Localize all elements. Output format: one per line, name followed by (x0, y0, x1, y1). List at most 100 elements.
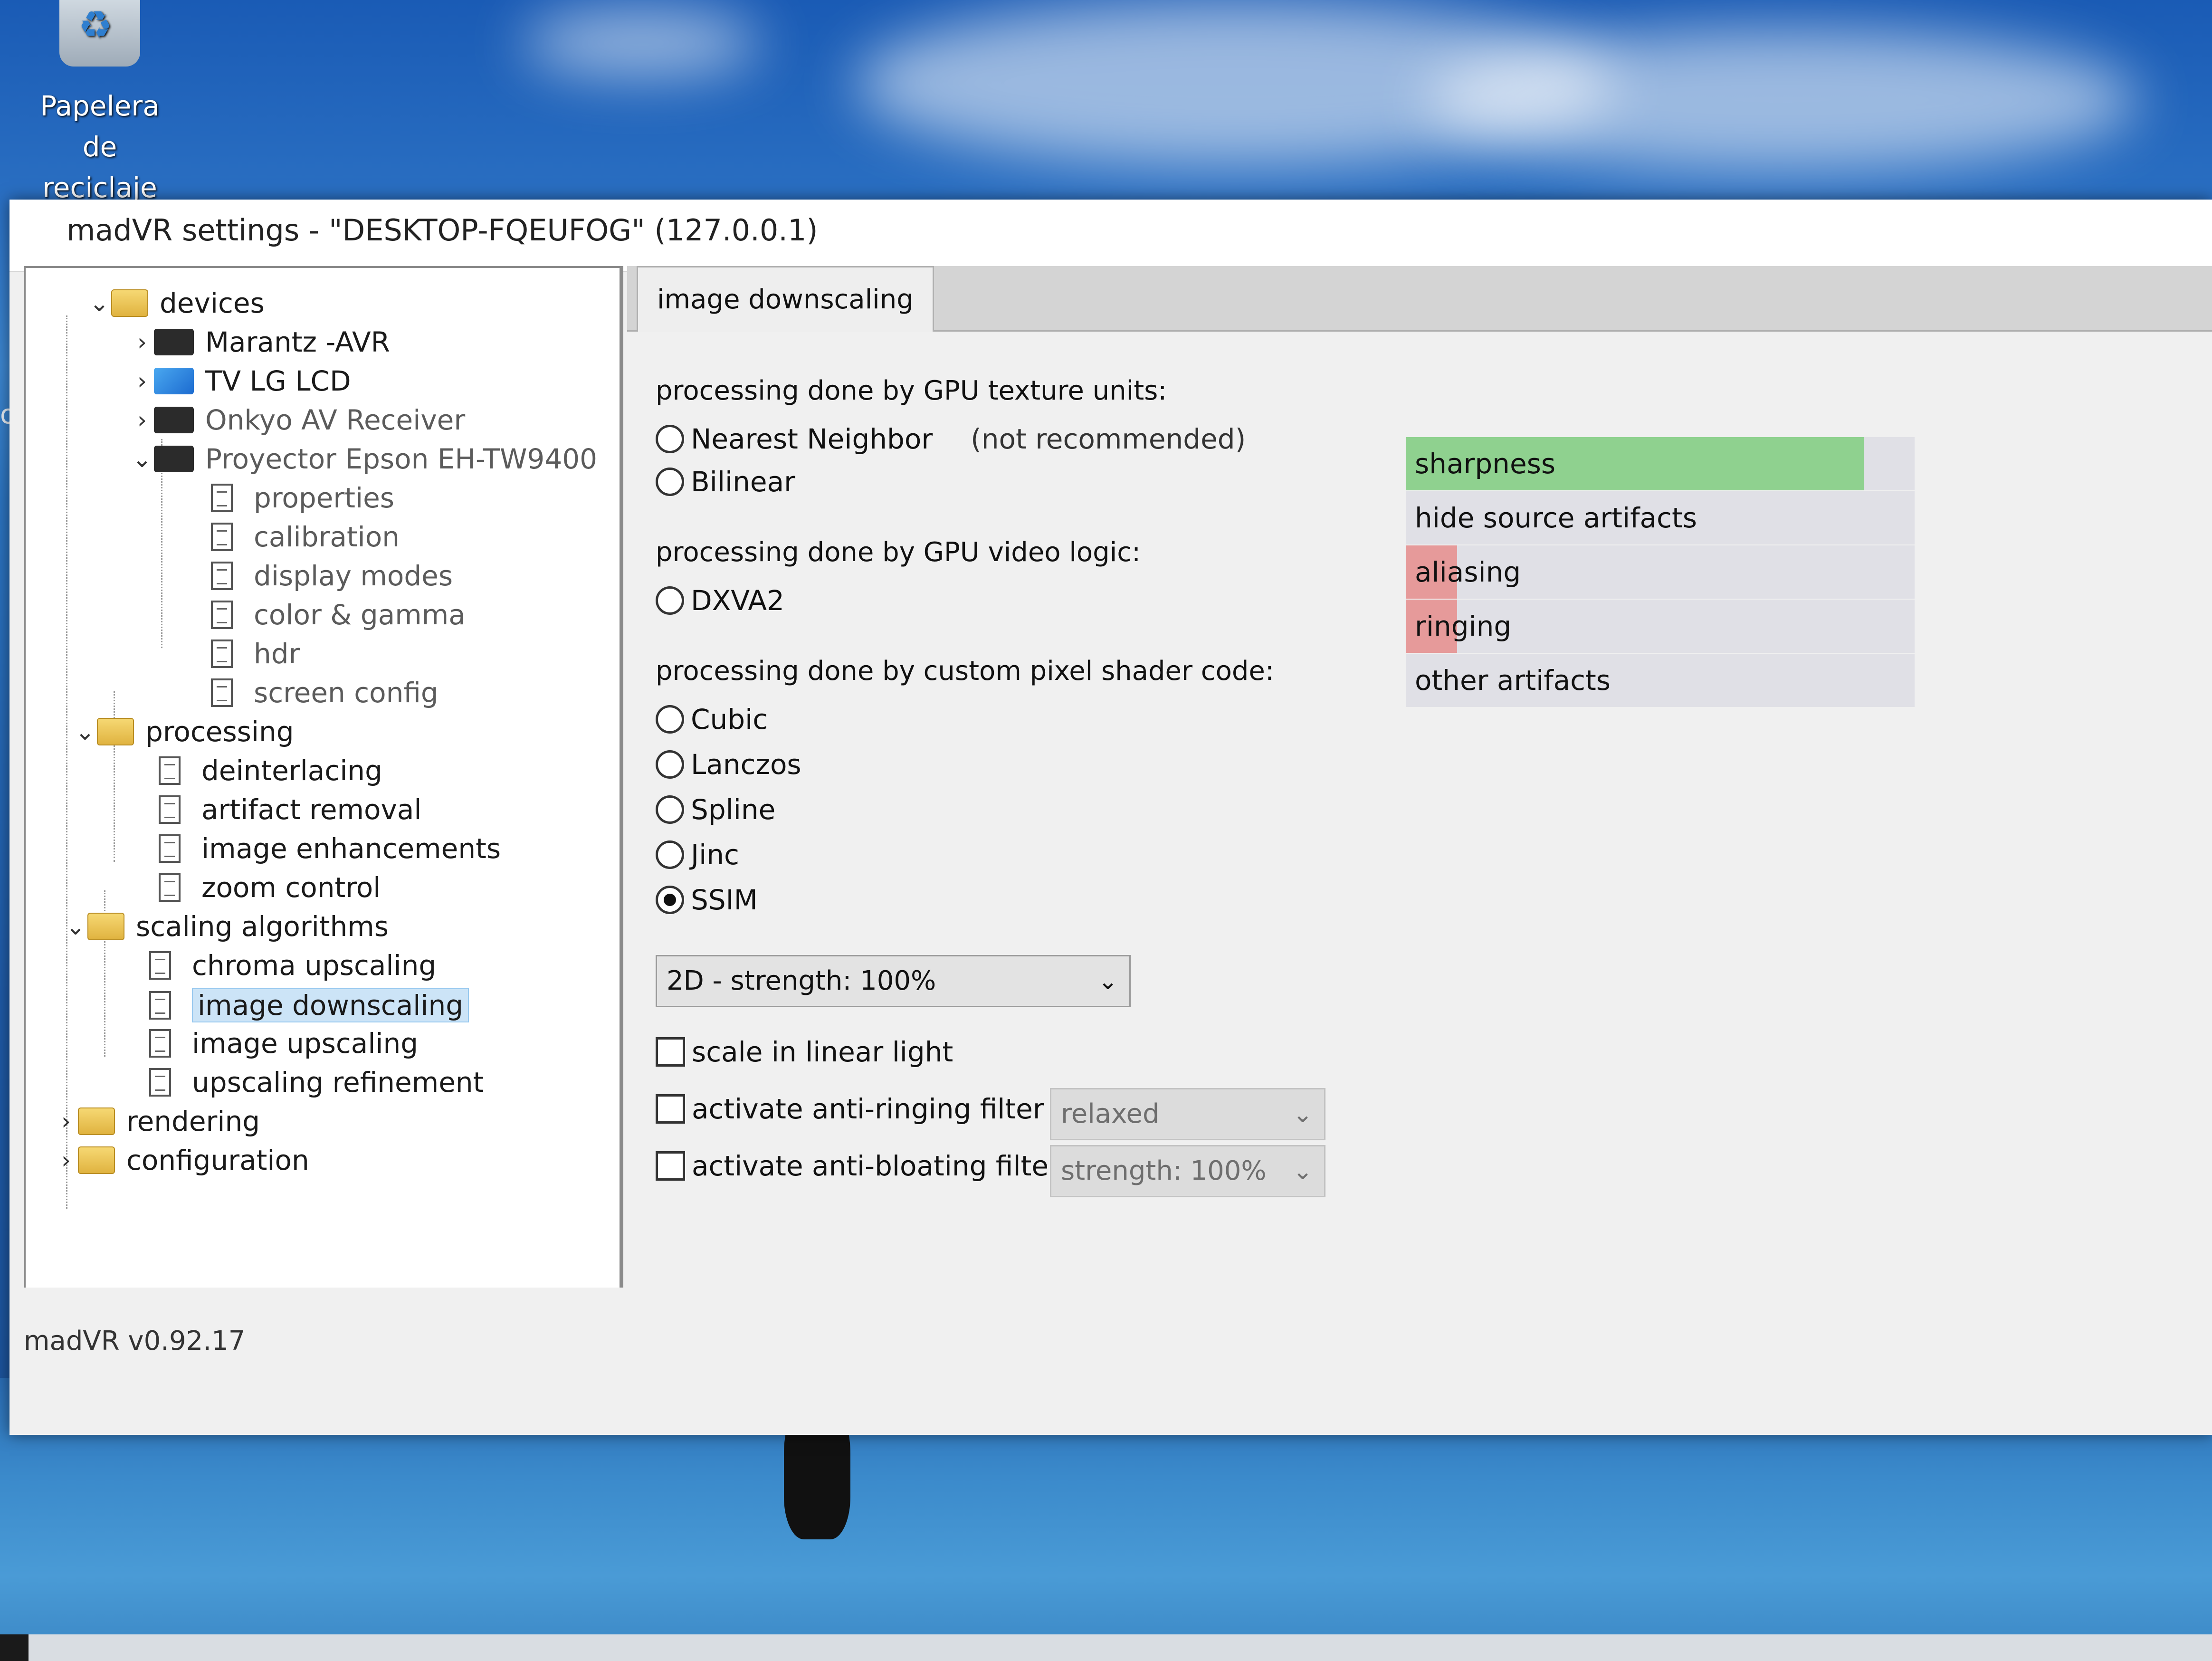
radio-button[interactable] (656, 468, 684, 496)
radio-lanczos[interactable]: Lanczos (656, 748, 801, 781)
radio-bilinear[interactable]: Bilinear (656, 466, 795, 498)
page-icon (159, 873, 181, 902)
radio-button-selected[interactable] (656, 886, 684, 914)
tree-item-deinterlacing[interactable]: deinterlacing (159, 754, 382, 787)
radio-jinc[interactable]: Jinc (656, 839, 739, 871)
tree-label: scaling algorithms (136, 910, 389, 943)
tree-item-chroma-upscaling[interactable]: chroma upscaling (149, 949, 436, 982)
tree-folder-rendering[interactable]: › rendering (54, 1105, 260, 1137)
tree-item-hdr[interactable]: hdr (211, 638, 300, 670)
tree-item-artifact-removal[interactable]: artifact removal (159, 793, 422, 826)
tree-item-properties[interactable]: properties (211, 482, 394, 514)
radio-ssim[interactable]: SSIM (656, 884, 758, 916)
start-area[interactable] (0, 1634, 29, 1661)
tree-label: hdr (254, 638, 300, 670)
tree-item-screen-config[interactable]: screen config (211, 677, 439, 709)
radio-button[interactable] (656, 425, 684, 453)
radio-button[interactable] (656, 750, 684, 779)
chevron-right-icon[interactable]: › (130, 406, 154, 434)
window-title: madVR settings - "DESKTOP-FQEUFOG" (127.… (67, 213, 818, 248)
anti-bloating-dropdown[interactable]: strength: 100% ⌄ (1050, 1145, 1325, 1197)
radio-spline[interactable]: Spline (656, 793, 775, 826)
version-label: madVR v0.92.17 (24, 1326, 246, 1356)
tree-device-projector[interactable]: ⌄ Proyector Epson EH-TW9400 (130, 443, 597, 475)
page-icon (149, 1029, 171, 1058)
gpu-video-heading: processing done by GPU video logic: (656, 537, 1141, 568)
chevron-down-icon[interactable]: ⌄ (64, 913, 87, 940)
cloud (523, 10, 760, 76)
gpu-texture-heading: processing done by GPU texture units: (656, 375, 1167, 406)
tree-item-display-modes[interactable]: display modes (211, 560, 453, 592)
tree-label: processing (145, 716, 294, 748)
radio-cubic[interactable]: Cubic (656, 703, 768, 735)
tree-item-zoom-control[interactable]: zoom control (159, 871, 381, 904)
chevron-right-icon[interactable]: › (130, 328, 154, 356)
tab-image-downscaling[interactable]: image downscaling (637, 266, 934, 332)
page-icon (211, 601, 233, 629)
tree-device-marantz[interactable]: › Marantz -AVR (130, 326, 390, 358)
projector-icon (154, 446, 194, 472)
checkbox[interactable] (656, 1037, 685, 1067)
tree-item-image-downscaling[interactable]: image downscaling (149, 988, 469, 1022)
settings-tree[interactable]: ⌄ devices › Marantz -AVR › TV LG LCD › O… (24, 266, 623, 1291)
radio-label: Lanczos (691, 748, 801, 781)
tree-label: chroma upscaling (192, 949, 437, 982)
checkbox[interactable] (656, 1094, 685, 1124)
strength-dropdown[interactable]: 2D - strength: 100% ⌄ (656, 955, 1131, 1007)
folder-icon (111, 289, 148, 317)
tree-folder-configuration[interactable]: › configuration (54, 1144, 309, 1176)
tree-label: Proyector Epson EH-TW9400 (205, 443, 598, 475)
tree-item-image-upscaling[interactable]: image upscaling (149, 1027, 418, 1060)
tree-label: Onkyo AV Receiver (205, 404, 466, 436)
checkbox[interactable] (656, 1151, 685, 1181)
chevron-down-icon[interactable]: ⌄ (73, 718, 97, 745)
settings-panel: image downscaling processing done by GPU… (627, 266, 2212, 1288)
tree-device-tv[interactable]: › TV LG LCD (130, 365, 351, 397)
tree-item-calibration[interactable]: calibration (211, 521, 400, 553)
title-bar[interactable]: madVR settings - "DESKTOP-FQEUFOG" (127.… (10, 200, 2212, 272)
dropdown-value: relaxed (1061, 1098, 1160, 1129)
anti-ringing-dropdown[interactable]: relaxed ⌄ (1050, 1088, 1325, 1140)
checkbox-anti-bloating[interactable]: activate anti-bloating filter (656, 1150, 1060, 1182)
chevron-down-icon: ⌄ (1293, 1100, 1313, 1128)
chevron-down-icon[interactable]: ⌄ (130, 445, 154, 473)
page-icon (159, 834, 181, 863)
shader-heading: processing done by custom pixel shader c… (656, 656, 1274, 687)
tree-folder-processing[interactable]: ⌄ processing (73, 716, 294, 748)
chevron-right-icon[interactable]: › (130, 367, 154, 395)
quality-row-ringing: ringing (1406, 600, 1915, 654)
page-icon (149, 1068, 171, 1097)
tree-folder-scaling-algorithms[interactable]: ⌄ scaling algorithms (64, 910, 389, 943)
cloud (1425, 29, 2138, 171)
quality-label: hide source artifacts (1415, 502, 1697, 534)
radio-button[interactable] (656, 795, 684, 824)
status-bar: madVR v0.92.17 (10, 1288, 2212, 1435)
tree-folder-devices[interactable]: ⌄ devices (87, 287, 265, 319)
folder-icon (97, 718, 134, 745)
tree-device-onkyo[interactable]: › Onkyo AV Receiver (130, 404, 465, 436)
radio-button[interactable] (656, 586, 684, 615)
checkbox-anti-ringing[interactable]: activate anti-ringing filter (656, 1093, 1044, 1125)
radio-dxva2[interactable]: DXVA2 (656, 584, 784, 617)
chevron-right-icon[interactable]: › (54, 1107, 78, 1135)
radio-label: Nearest Neighbor (691, 423, 933, 455)
radio-button[interactable] (656, 840, 684, 869)
taskbar (0, 1634, 2212, 1661)
radio-nearest-neighbor[interactable]: Nearest Neighbor (not recommended) (656, 423, 1246, 455)
recycle-bin-desktop-icon[interactable]: Papelera de reciclaje (19, 0, 181, 208)
tree-item-image-enhancements[interactable]: image enhancements (159, 832, 501, 865)
tv-icon (154, 368, 194, 394)
tree-label: artifact removal (201, 793, 422, 826)
chevron-down-icon[interactable]: ⌄ (87, 289, 111, 317)
quality-label: aliasing (1415, 556, 1521, 588)
tree-item-color-gamma[interactable]: color & gamma (211, 599, 466, 631)
tree-label: display modes (254, 560, 453, 592)
tree-item-upscaling-refinement[interactable]: upscaling refinement (149, 1066, 484, 1098)
checkbox-linear-light[interactable]: scale in linear light (656, 1036, 953, 1068)
radio-button[interactable] (656, 705, 684, 734)
radio-label: Jinc (691, 839, 739, 871)
chevron-right-icon[interactable]: › (54, 1146, 78, 1174)
tree-label: screen config (254, 677, 439, 709)
tree-label: upscaling refinement (192, 1066, 484, 1098)
checkbox-label: activate anti-ringing filter (692, 1093, 1044, 1125)
